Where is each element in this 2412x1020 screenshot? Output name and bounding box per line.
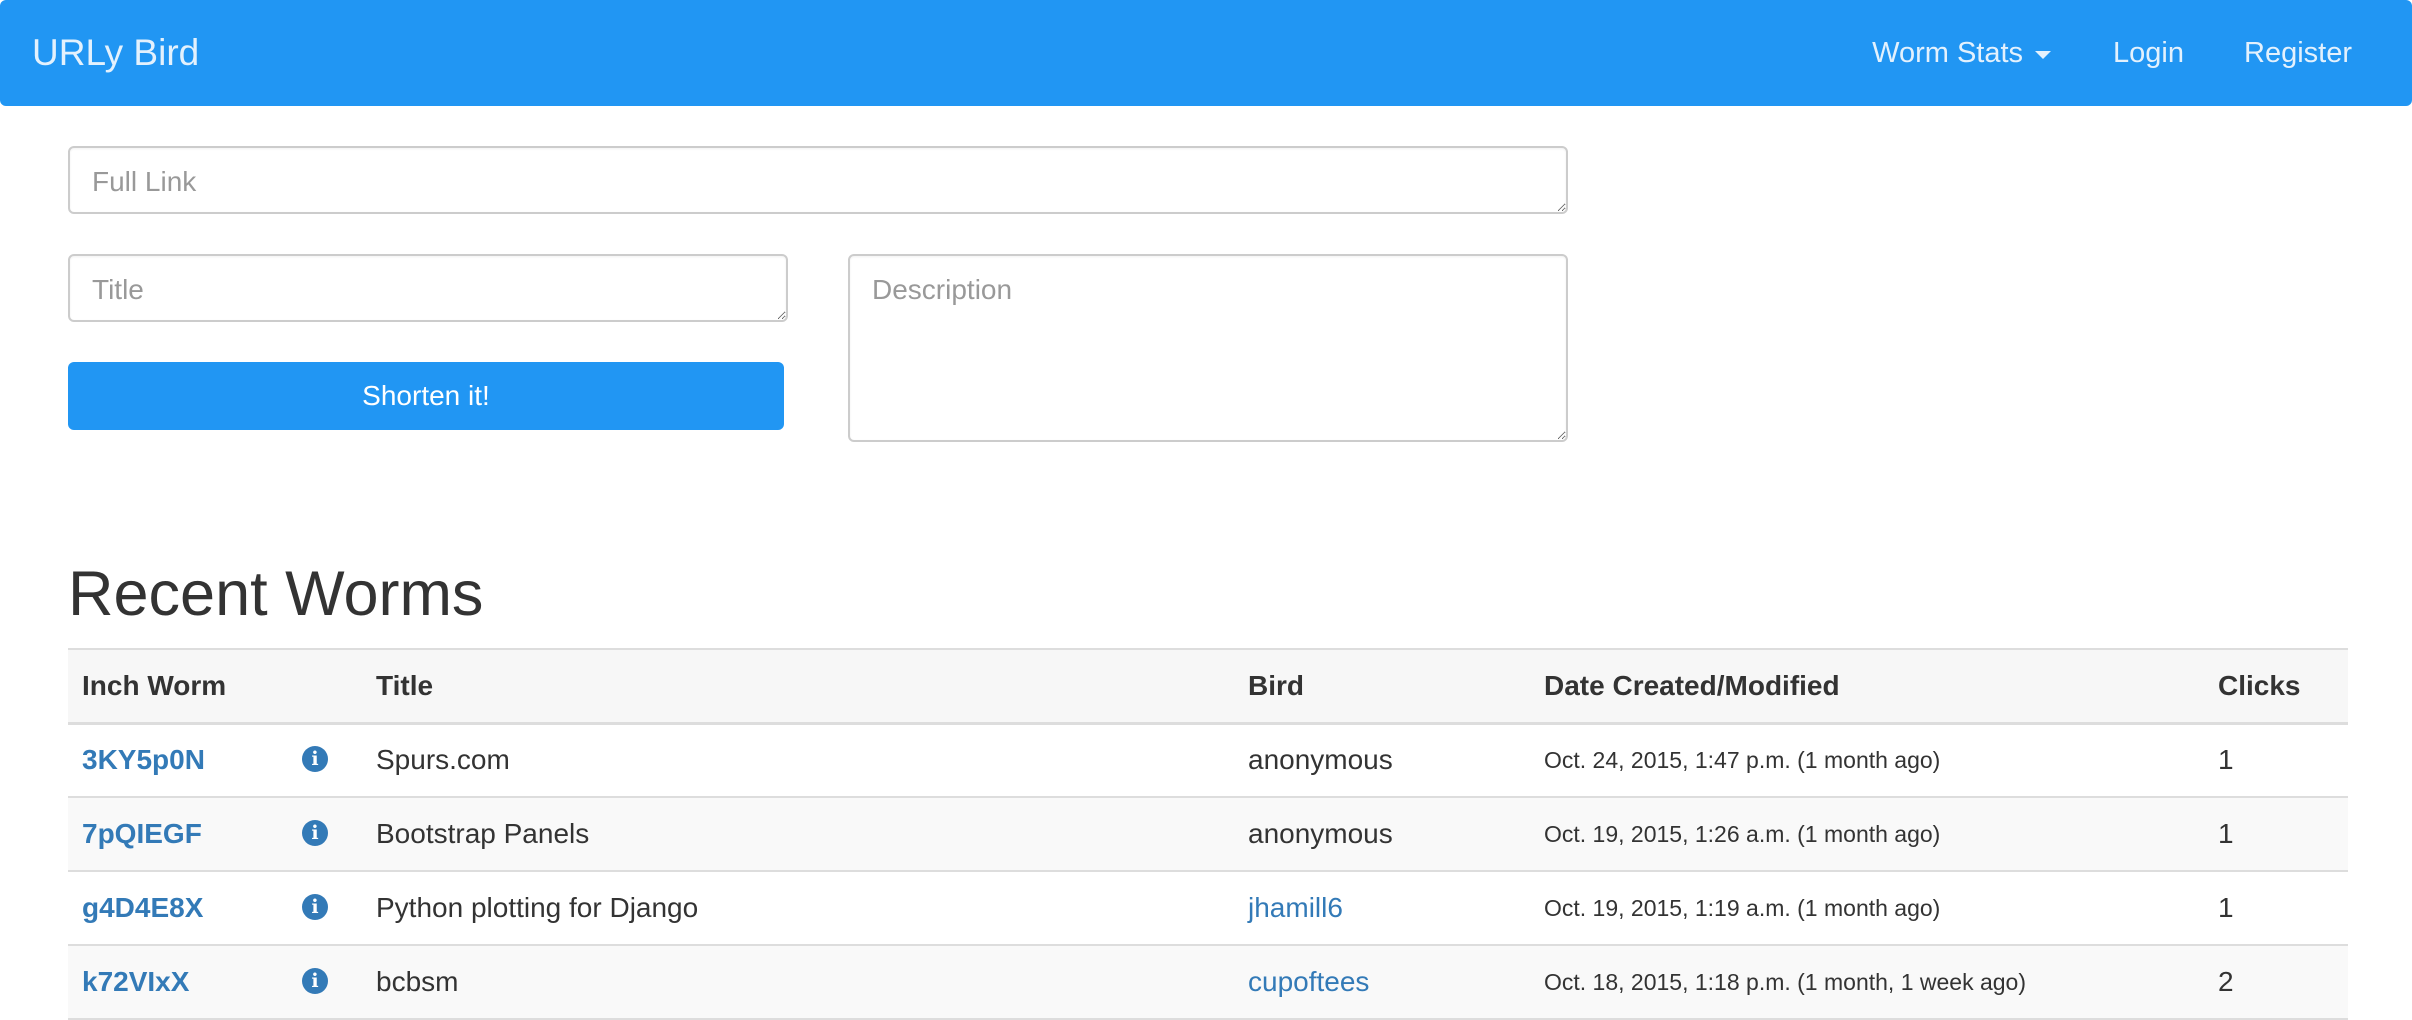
navbar-right: Worm Stats Login Register <box>1872 0 2412 106</box>
info-circle-icon[interactable]: i <box>302 967 328 994</box>
shorten-button[interactable]: Shorten it! <box>68 362 784 430</box>
worm-date: Oct. 19, 2015, 1:26 a.m. (1 month ago) <box>1530 797 2204 872</box>
table-row: g4D4E8X i Python plotting for Django jha… <box>68 871 2348 946</box>
worm-bird: anonymous <box>1234 723 1530 798</box>
register-link[interactable]: Register <box>2244 37 2352 70</box>
worm-stats-label: Worm Stats <box>1872 36 2024 69</box>
title-input[interactable] <box>68 254 788 322</box>
header-clicks: Clicks <box>2204 648 2348 725</box>
recent-worms-table-wrap: Inch Worm Title Bird Date Created/Modifi… <box>68 648 2348 1020</box>
worm-clicks: 1 <box>2204 723 2348 798</box>
worm-date: Oct. 24, 2015, 1:47 p.m. (1 month ago) <box>1530 723 2204 798</box>
brand-link[interactable]: URLy Bird <box>32 0 199 106</box>
worm-clicks: 1 <box>2204 797 2348 872</box>
worm-clicks: 2 <box>2204 945 2348 1020</box>
worm-code-link[interactable]: 7pQIEGF <box>82 818 202 849</box>
info-circle-icon[interactable]: i <box>302 893 328 920</box>
table-row: k72VIxX i bcbsm cupoftees Oct. 18, 2015,… <box>68 945 2348 1020</box>
info-circle-icon[interactable]: i <box>302 745 328 772</box>
description-input[interactable] <box>848 254 1568 442</box>
worm-title: Bootstrap Panels <box>362 797 1234 872</box>
worm-title: Spurs.com <box>362 723 1234 798</box>
header-inch-worm: Inch Worm <box>68 648 288 725</box>
navbar: URLy Bird Worm Stats Login Register <box>0 0 2412 106</box>
login-link[interactable]: Login <box>2113 37 2184 70</box>
recent-worms-table: Inch Worm Title Bird Date Created/Modifi… <box>68 648 2348 1020</box>
caret-down-icon <box>2035 50 2052 59</box>
info-circle-icon[interactable]: i <box>302 819 328 846</box>
full-link-input[interactable] <box>68 146 1568 214</box>
worm-title: Python plotting for Django <box>362 871 1234 946</box>
bird-user-link[interactable]: jhamill6 <box>1248 892 1343 923</box>
header-info <box>288 648 362 725</box>
worm-date: Oct. 18, 2015, 1:18 p.m. (1 month, 1 wee… <box>1530 945 2204 1020</box>
bird-user-link[interactable]: cupoftees <box>1248 966 1369 997</box>
worm-code-link[interactable]: 3KY5p0N <box>82 744 205 775</box>
recent-worms-heading: Recent Worms <box>68 559 484 629</box>
worm-bird: anonymous <box>1234 797 1530 872</box>
worm-stats-dropdown[interactable]: Worm Stats <box>1872 36 2052 70</box>
table-row: 3KY5p0N i Spurs.com anonymous Oct. 24, 2… <box>68 723 2348 798</box>
table-row: 7pQIEGF i Bootstrap Panels anonymous Oct… <box>68 797 2348 872</box>
worm-clicks: 1 <box>2204 871 2348 946</box>
worm-code-link[interactable]: k72VIxX <box>82 966 189 997</box>
header-bird: Bird <box>1234 648 1530 725</box>
worm-title: bcbsm <box>362 945 1234 1020</box>
header-date: Date Created/Modified <box>1530 648 2204 725</box>
worm-code-link[interactable]: g4D4E8X <box>82 892 203 923</box>
header-title: Title <box>362 648 1234 725</box>
worm-date: Oct. 19, 2015, 1:19 a.m. (1 month ago) <box>1530 871 2204 946</box>
table-header-row: Inch Worm Title Bird Date Created/Modifi… <box>68 648 2348 725</box>
